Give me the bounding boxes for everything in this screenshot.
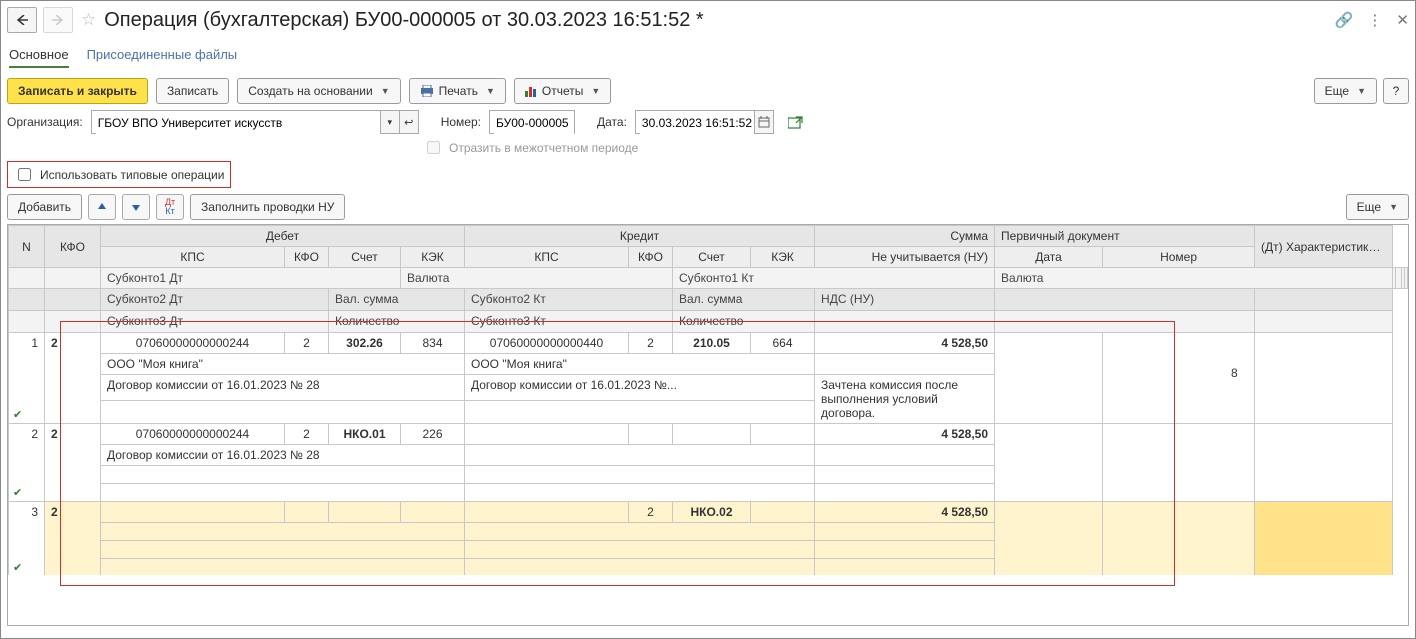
- date-picker[interactable]: [755, 110, 774, 134]
- org-dropdown[interactable]: ▾: [381, 110, 400, 134]
- col-not-nu[interactable]: Не учитывается (НУ): [815, 247, 995, 268]
- col-sum[interactable]: Сумма: [815, 226, 995, 247]
- move-down-button[interactable]: [122, 194, 150, 220]
- col-date[interactable]: Дата: [995, 247, 1103, 268]
- typical-ops-checkbox[interactable]: [18, 168, 31, 181]
- tab-main[interactable]: Основное: [9, 47, 69, 68]
- typical-ops-label: Использовать типовые операции: [40, 168, 224, 182]
- write-button[interactable]: Записать: [156, 78, 229, 104]
- calendar-icon: [758, 116, 770, 128]
- col-k-kps[interactable]: КПС: [465, 247, 629, 268]
- print-button[interactable]: Печать▼: [409, 78, 506, 104]
- col-d-acc[interactable]: Счет: [329, 247, 401, 268]
- more-button[interactable]: Еще▼: [1314, 78, 1377, 104]
- write-and-close-button[interactable]: Записать и закрыть: [7, 78, 148, 104]
- table-row[interactable]: 3✔ 2 2НКО.02 4 528,50: [9, 501, 1408, 522]
- jo-value: 8: [1231, 366, 1238, 380]
- table-row[interactable]: 1✔ 2 070600000000002442302.26834 0706000…: [9, 332, 1408, 353]
- reports-button[interactable]: Отчеты▼: [514, 78, 611, 104]
- col-d-kps[interactable]: КПС: [101, 247, 285, 268]
- reflect-label: Отразить в межотчетном периоде: [449, 141, 638, 155]
- table-row[interactable]: 2✔ 2 070600000000002442НКО.01226 4 528,5…: [9, 423, 1408, 444]
- col-debit[interactable]: Дебет: [101, 226, 465, 247]
- printer-icon: [420, 85, 434, 97]
- tab-files[interactable]: Присоединенные файлы: [87, 47, 238, 68]
- col-kfo[interactable]: КФО: [45, 226, 101, 268]
- date-input[interactable]: [640, 111, 754, 135]
- kebab-icon[interactable]: ⋮: [1367, 11, 1382, 29]
- number-input[interactable]: [494, 111, 574, 135]
- create-on-basis-button[interactable]: Создать на основании▼: [237, 78, 400, 104]
- fill-nu-button[interactable]: Заполнить проводки НУ: [190, 194, 345, 220]
- col-credit[interactable]: Кредит: [465, 226, 815, 247]
- col-d-kek[interactable]: КЭК: [401, 247, 465, 268]
- page-title: Операция (бухгалтерская) БУ00-000005 от …: [104, 9, 703, 32]
- link-icon[interactable]: 🔗: [1335, 11, 1354, 29]
- org-open[interactable]: ↩: [400, 110, 419, 134]
- reflect-checkbox: [427, 141, 440, 154]
- col-n[interactable]: N: [9, 226, 45, 268]
- close-icon[interactable]: ✕: [1396, 11, 1409, 29]
- col-k-acc[interactable]: Счет: [673, 247, 751, 268]
- dt-kt-button[interactable]: ДтКт: [156, 194, 184, 220]
- col-k-kfo[interactable]: КФО: [629, 247, 673, 268]
- nav-forward[interactable]: [43, 7, 73, 33]
- chart-icon: [525, 85, 537, 97]
- posted-stamp-icon: [788, 115, 804, 129]
- add-row-button[interactable]: Добавить: [7, 194, 82, 220]
- move-up-button[interactable]: [88, 194, 116, 220]
- col-num[interactable]: Номер: [1103, 247, 1255, 268]
- col-k-kek[interactable]: КЭК: [751, 247, 815, 268]
- org-input[interactable]: [96, 111, 380, 135]
- favorite-star-icon[interactable]: ☆: [81, 10, 96, 30]
- col-dt-char[interactable]: (Дт) Характеристика дви...: [1255, 226, 1393, 268]
- help-button[interactable]: ?: [1383, 78, 1409, 104]
- org-label: Организация:: [7, 115, 83, 129]
- number-label: Номер:: [441, 115, 481, 129]
- nav-back[interactable]: [7, 7, 37, 33]
- date-label: Дата:: [597, 115, 627, 129]
- table-more-button[interactable]: Еще▼: [1346, 194, 1409, 220]
- col-d-kfo[interactable]: КФО: [285, 247, 329, 268]
- col-primary[interactable]: Первичный документ: [995, 226, 1255, 247]
